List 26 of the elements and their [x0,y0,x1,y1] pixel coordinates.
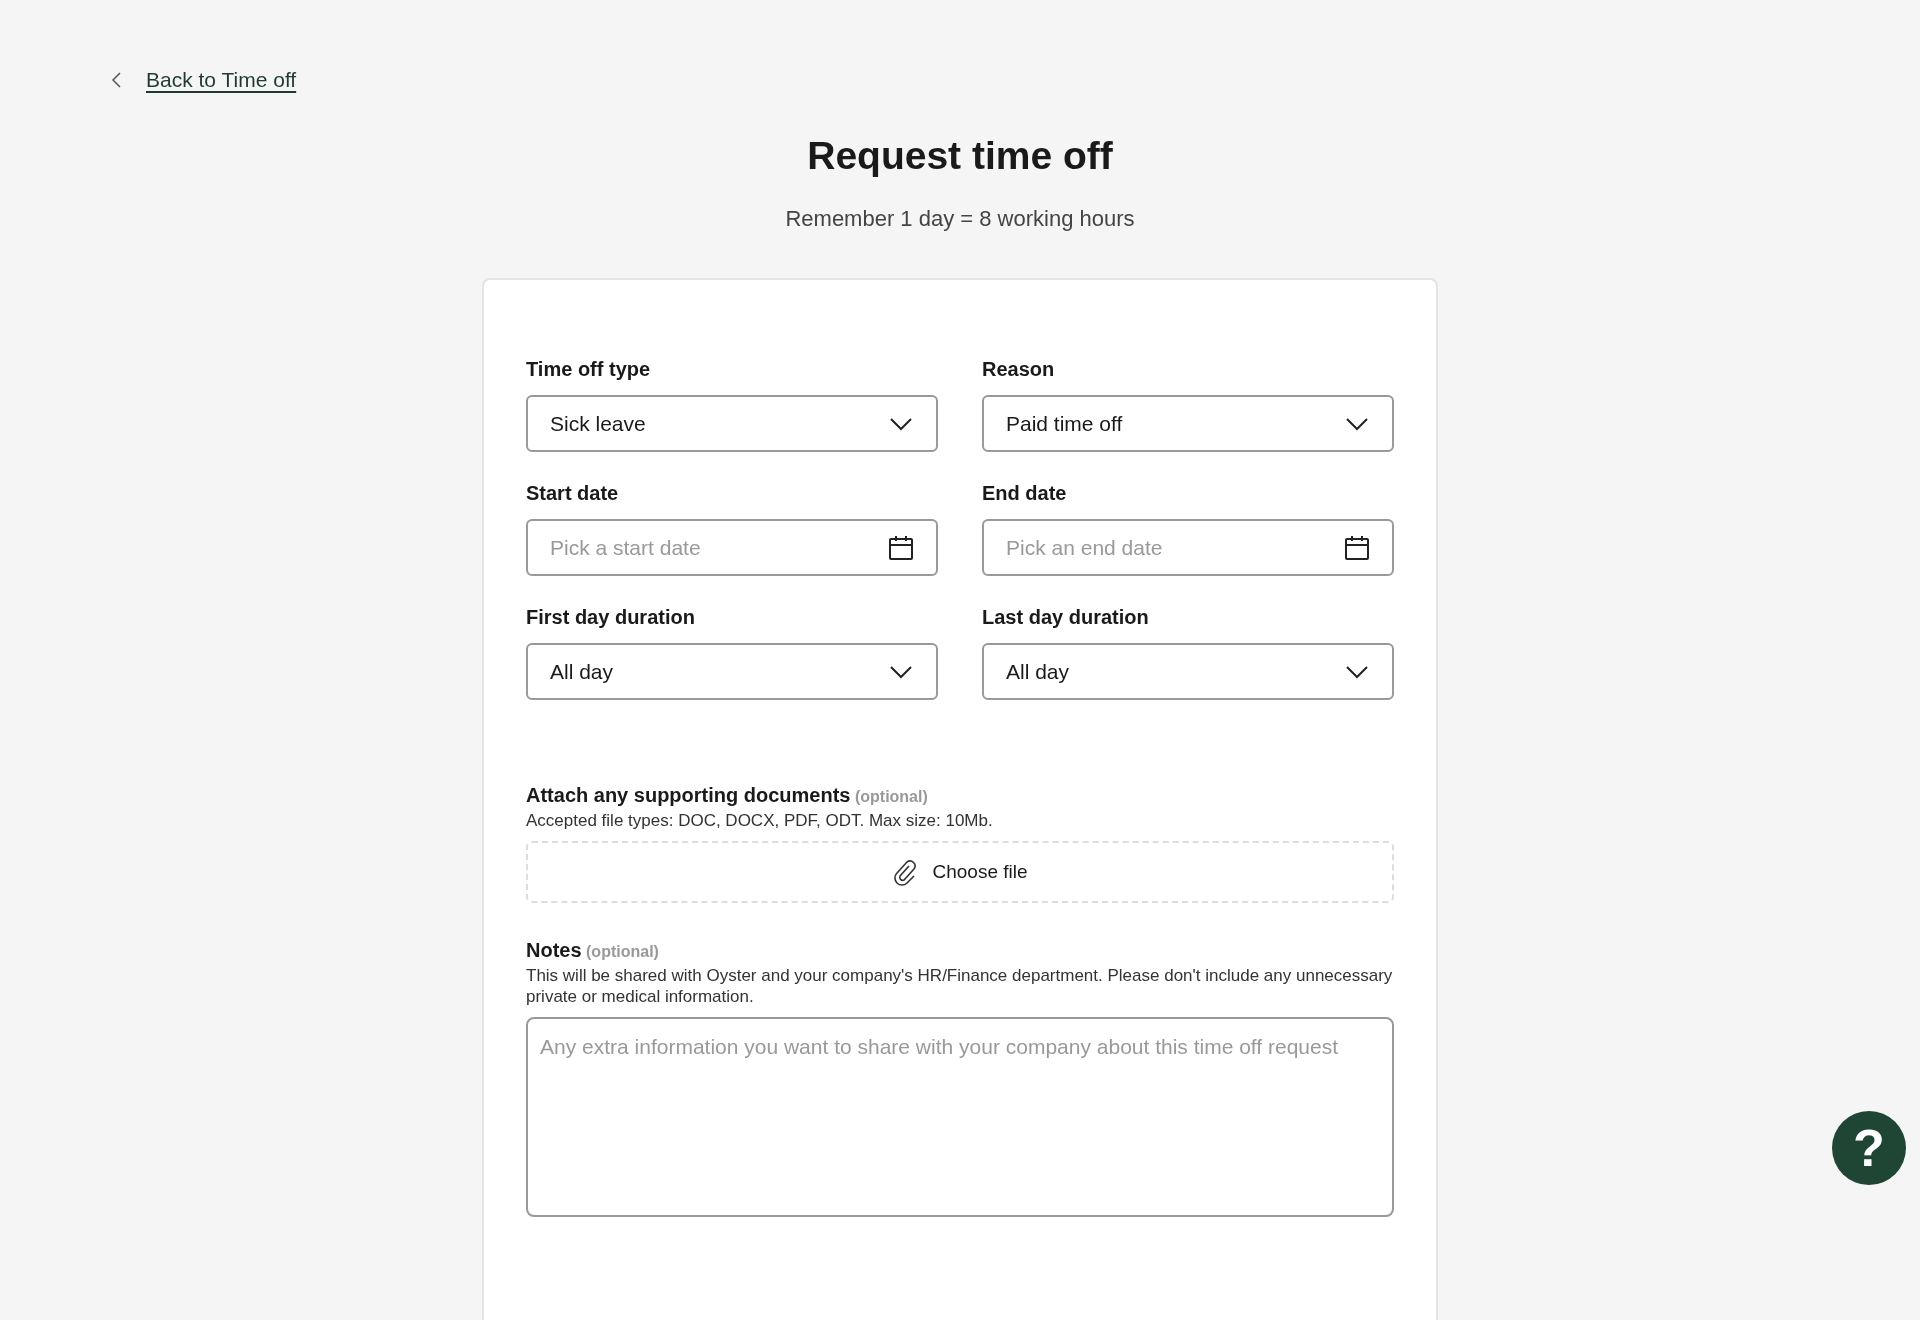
page-title: Request time off [806,134,1114,178]
field-label: First day duration [526,606,696,629]
select-field[interactable]: All day [526,643,938,700]
field-label: End date [982,482,1068,505]
calendar-icon [1344,534,1370,561]
calendar-icon [888,534,914,561]
field-label: Start date [526,482,620,505]
section-label: Notes [526,939,582,962]
optional-label: (optional) [854,788,928,805]
help-text: This will be shared with Oyster and your company's HR/Finance department. Please don't include any unnecessary private or medical information. [526,966,1394,1008]
field-label: Reason [982,358,1056,381]
select-field[interactable]: Sick leave [526,395,938,452]
help-button[interactable]: ? [1832,1111,1906,1185]
field-label: Time off type [526,358,652,381]
notes-field[interactable]: Any extra information you want to share with your company about this time off request [526,1017,1394,1218]
select-field[interactable]: All day [982,643,1394,700]
chevron-left-icon [110,71,122,89]
choose-file-button[interactable]: Choose file [526,841,1394,904]
paperclip-icon [892,858,919,887]
select-field[interactable]: Paid time off [982,395,1394,452]
help-text: Accepted file types: DOC, DOCX, PDF, ODT. Max size: 10Mb. [526,811,994,832]
back-link[interactable]: Back to Time off [146,68,297,92]
section-label: Attach any supporting documents [526,784,851,806]
page-subtitle: Remember 1 day = 8 working hours [784,206,1136,232]
field-label: Last day duration [982,606,1150,629]
optional-label: (optional) [586,943,659,961]
